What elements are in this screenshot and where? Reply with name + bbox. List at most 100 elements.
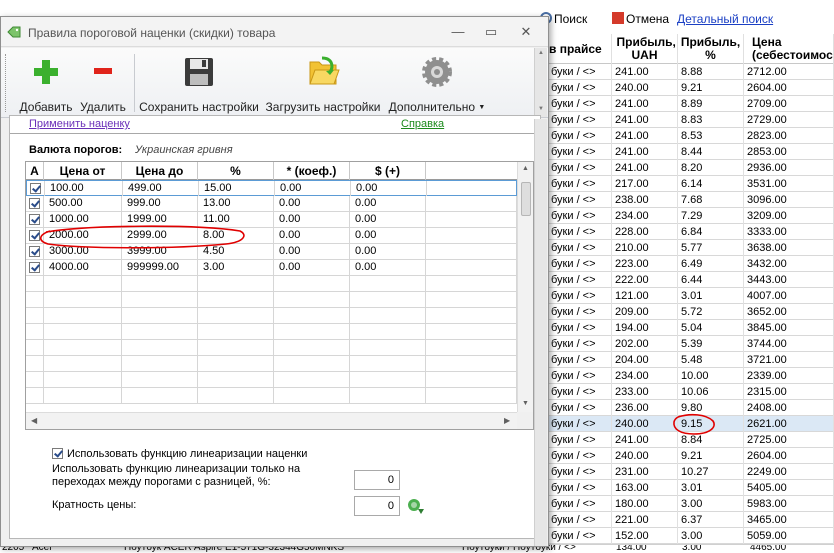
close-button[interactable]: ✕ [513, 23, 539, 41]
column-header-percent[interactable]: % [198, 162, 274, 180]
column-header-dollar-plus[interactable]: $ (+) [350, 162, 426, 180]
empty-row[interactable] [26, 276, 517, 292]
cell-coefficient[interactable]: 0.00 [274, 228, 350, 243]
threshold-row[interactable]: 2000.00 2999.00 8.00 0.00 0.00 [26, 228, 517, 244]
product-row[interactable]: буки / <> 180.00 3.00 5983.00 [548, 496, 834, 512]
cell-price-to[interactable] [122, 340, 198, 355]
product-row[interactable]: буки / <> 241.00 8.44 2853.00 [548, 144, 834, 160]
product-row[interactable]: буки / <> 241.00 8.83 2729.00 [548, 112, 834, 128]
scroll-up-icon[interactable]: ▲ [522, 165, 529, 172]
cell-coefficient[interactable]: 0.00 [274, 260, 350, 275]
save-settings-button[interactable]: Сохранить настройки [137, 48, 261, 116]
product-row[interactable]: буки / <> 228.00 6.84 3333.00 [548, 224, 834, 240]
empty-row[interactable] [26, 340, 517, 356]
use-linearization-option[interactable]: Использовать функцию линеаризации наценк… [52, 446, 307, 460]
column-header-profit-pct[interactable]: Прибыль, % [678, 34, 744, 64]
cell-dollar-plus[interactable] [350, 372, 426, 387]
cell-coefficient[interactable] [274, 340, 350, 355]
row-active-checkbox[interactable] [29, 214, 40, 225]
cell-price-to[interactable]: 499.00 [123, 181, 199, 196]
cell-percent[interactable] [198, 340, 274, 355]
cell-price-from[interactable] [44, 292, 122, 307]
cell-percent[interactable] [198, 324, 274, 339]
product-row[interactable]: буки / <> 222.00 6.44 3443.00 [548, 272, 834, 288]
empty-row[interactable] [26, 372, 517, 388]
column-header-cost-price[interactable]: Цена (себестоимость) [744, 34, 834, 64]
toolbar-scrollbar[interactable]: ▲ ▼ [534, 48, 547, 117]
scroll-down-icon[interactable]: ▼ [538, 106, 544, 112]
cell-coefficient[interactable] [274, 276, 350, 291]
product-row[interactable]: буки / <> 210.00 5.77 3638.00 [548, 240, 834, 256]
threshold-row[interactable]: 100.00 499.00 15.00 0.00 0.00 [26, 180, 517, 196]
cell-percent[interactable]: 8.00 [198, 228, 274, 243]
cell-dollar-plus[interactable] [350, 308, 426, 323]
cell-price-to[interactable]: 1999.00 [122, 212, 198, 227]
empty-row[interactable] [26, 292, 517, 308]
product-row[interactable]: буки / <> 204.00 5.48 3721.00 [548, 352, 834, 368]
product-row[interactable]: буки / <> 240.00 9.21 2604.00 [548, 448, 834, 464]
cell-coefficient[interactable] [274, 388, 350, 403]
cell-coefficient[interactable]: 0.00 [274, 212, 350, 227]
cell-price-from[interactable] [44, 276, 122, 291]
linearization-diff-input[interactable]: 0 [354, 470, 400, 490]
grid-horizontal-scrollbar[interactable]: ◀ ▶ [26, 412, 517, 429]
cell-price-from[interactable]: 500.00 [44, 196, 122, 211]
cell-percent[interactable] [198, 276, 274, 291]
cell-price-from[interactable] [44, 356, 122, 371]
cell-dollar-plus[interactable]: 0.00 [350, 228, 426, 243]
cell-price-to[interactable] [122, 324, 198, 339]
cell-percent[interactable]: 4.50 [198, 244, 274, 259]
row-active-checkbox[interactable] [29, 230, 40, 241]
cell-dollar-plus[interactable] [350, 388, 426, 403]
cell-price-to[interactable]: 999.00 [122, 196, 198, 211]
column-header-price-to[interactable]: Цена до [122, 162, 198, 180]
empty-row[interactable] [26, 388, 517, 404]
cell-price-to[interactable] [122, 372, 198, 387]
product-row[interactable]: буки / <> 163.00 3.01 5405.00 [548, 480, 834, 496]
row-active-checkbox[interactable] [29, 246, 40, 257]
scroll-down-icon[interactable]: ▼ [522, 400, 529, 407]
cell-price-to[interactable]: 999999.00 [122, 260, 198, 275]
cell-percent[interactable] [198, 356, 274, 371]
cell-price-to[interactable] [122, 292, 198, 307]
cell-percent[interactable] [198, 292, 274, 307]
column-header-price-from[interactable]: Цена от [44, 162, 122, 180]
cell-percent[interactable]: 3.00 [198, 260, 274, 275]
empty-row[interactable] [26, 324, 517, 340]
cell-price-from[interactable]: 2000.00 [44, 228, 122, 243]
maximize-button[interactable]: ▭ [478, 23, 504, 41]
cell-dollar-plus[interactable]: 0.00 [350, 260, 426, 275]
row-active-checkbox[interactable] [29, 262, 40, 273]
product-row[interactable]: буки / <> 241.00 8.53 2823.00 [548, 128, 834, 144]
scroll-thumb[interactable] [521, 182, 531, 216]
scroll-right-icon[interactable]: ▶ [504, 416, 510, 425]
cell-dollar-plus[interactable]: 0.00 [351, 181, 427, 196]
minimize-button[interactable]: — [445, 23, 471, 41]
product-row[interactable]: буки / <> 121.00 3.01 4007.00 [548, 288, 834, 304]
scroll-left-icon[interactable]: ◀ [31, 416, 37, 425]
product-row[interactable]: буки / <> 241.00 8.88 2712.00 [548, 64, 834, 80]
cell-coefficient[interactable] [274, 356, 350, 371]
threshold-row[interactable]: 1000.00 1999.00 11.00 0.00 0.00 [26, 212, 517, 228]
cell-coefficient[interactable]: 0.00 [274, 244, 350, 259]
calculate-icon[interactable] [407, 498, 425, 514]
cell-dollar-plus[interactable] [350, 292, 426, 307]
cell-price-from[interactable]: 4000.00 [44, 260, 122, 275]
column-header-profit-uah[interactable]: Прибыль, UAH [612, 34, 678, 64]
cell-dollar-plus[interactable]: 0.00 [350, 212, 426, 227]
cell-price-from[interactable]: 3000.00 [44, 244, 122, 259]
product-row[interactable]: буки / <> 241.00 8.89 2709.00 [548, 96, 834, 112]
cancel-button[interactable]: Отмена [612, 12, 669, 26]
price-multiplicity-input[interactable]: 0 [354, 496, 400, 516]
cell-coefficient[interactable] [274, 308, 350, 323]
cell-dollar-plus[interactable] [350, 356, 426, 371]
product-row[interactable]: буки / <> 234.00 7.29 3209.00 [548, 208, 834, 224]
cell-coefficient[interactable] [274, 324, 350, 339]
cell-dollar-plus[interactable] [350, 324, 426, 339]
product-row[interactable]: буки / <> 240.00 9.15 2621.00 [548, 416, 834, 432]
row-active-checkbox[interactable] [29, 198, 40, 209]
empty-row[interactable] [26, 308, 517, 324]
cell-dollar-plus[interactable] [350, 340, 426, 355]
cell-coefficient[interactable] [274, 372, 350, 387]
cell-price-to[interactable]: 3999.00 [122, 244, 198, 259]
